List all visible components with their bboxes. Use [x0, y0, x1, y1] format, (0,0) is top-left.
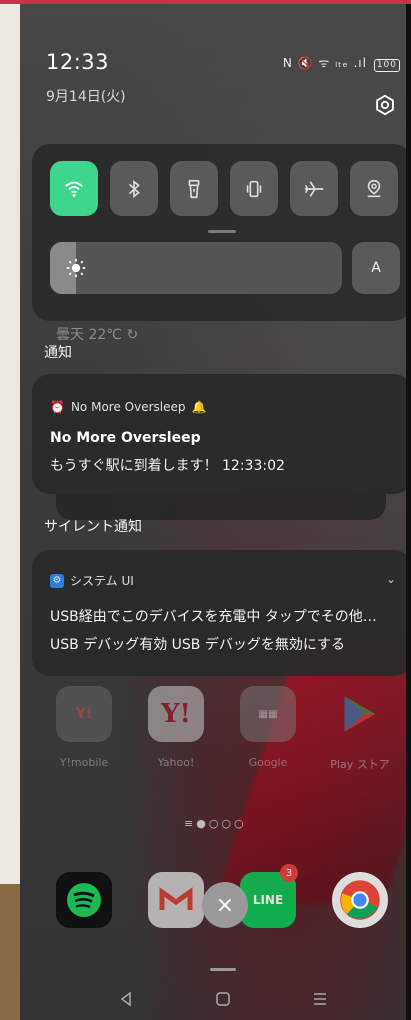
system-ui-notification[interactable]: ⚙ システム UI ⌄ USB経由でこのデバイスを充電中 タップでその他… US…	[32, 550, 406, 676]
battery-icon: 100	[373, 59, 400, 72]
notifications-header: 通知	[44, 345, 72, 361]
app-yahoo[interactable]: Y! Yahoo!	[148, 686, 204, 769]
app-spotify[interactable]	[56, 872, 112, 928]
status-indicator-text: N 🔇 ᯤ ₗₜₑ .ıl	[282, 56, 367, 70]
auto-brightness-button[interactable]: A	[352, 242, 400, 294]
play-store-icon	[332, 686, 388, 742]
page-indicator: ≡●○○○	[184, 817, 247, 830]
home-button[interactable]	[211, 987, 235, 1011]
clock: 12:33	[46, 50, 110, 74]
app-label: Play ストア	[330, 758, 390, 771]
line-badge: 3	[280, 864, 298, 882]
notification-title: No More Oversleep	[50, 430, 201, 446]
spotify-icon	[56, 872, 112, 928]
brightness-slider[interactable]	[50, 242, 342, 294]
back-icon	[120, 991, 131, 1007]
notification-app-name: No More Oversleep	[70, 400, 186, 414]
silent-notifications-header: サイレント通知	[44, 519, 142, 535]
wifi-toggle[interactable]	[50, 161, 98, 216]
airplane-icon	[304, 180, 324, 197]
system-ui-icon: ⚙	[50, 573, 64, 588]
app-label: Yahoo!	[157, 756, 195, 769]
yahoo-icon: Y!	[148, 686, 204, 742]
app-google-folder[interactable]: ▦▦ Google	[240, 686, 296, 769]
app-play-store[interactable]: Play ストア	[330, 686, 390, 771]
location-icon	[367, 179, 381, 197]
app-ymobile[interactable]: Y! Y!mobile	[56, 686, 112, 769]
weather-label: 曇天 22℃	[56, 327, 122, 343]
date: 9月14日(火)	[46, 89, 126, 105]
vibrate-icon	[246, 180, 262, 197]
status-indicators: N 🔇 ᯤ ₗₜₑ .ıl 100	[283, 54, 400, 72]
app-gmail[interactable]	[148, 872, 204, 928]
wallpaper-accent	[213, 644, 406, 904]
right-frame-strip	[406, 4, 411, 1020]
location-toggle[interactable]	[350, 161, 398, 216]
notification-app-row: ⚙ システム UI	[50, 572, 134, 589]
gmail-icon	[148, 872, 204, 928]
notification-line-1: USB経由でこのデバイスを充電中 タップでその他…	[50, 609, 377, 625]
phone-screen: 12:33 9月14日(火) N 🔇 ᯤ ₗₜₑ .ıl 100 A 曇天 22…	[20, 4, 406, 1020]
app-label: Y!mobile	[59, 756, 109, 769]
close-notification-shade-button[interactable]: ×	[202, 882, 248, 928]
home-icon	[216, 992, 230, 1006]
sun-icon	[66, 258, 86, 278]
weather-text: 曇天 22℃ ↻	[56, 324, 138, 344]
left-frame-strip	[0, 4, 20, 1020]
vibrate-toggle[interactable]	[230, 161, 278, 216]
app-label: Google	[248, 756, 288, 769]
app-chrome[interactable]	[332, 872, 388, 928]
alarm-notification[interactable]: ⏰ No More Oversleep 🔔 No More Oversleep …	[32, 374, 406, 494]
notification-line-2: USB デバッグ有効 USB デバッグを無効にする	[50, 637, 345, 653]
panel-expand-handle[interactable]	[208, 230, 236, 233]
menu-icon	[314, 993, 326, 1005]
back-button[interactable]	[114, 987, 138, 1011]
bluetooth-icon	[128, 179, 140, 198]
expand-chevron-icon[interactable]: ⌄	[386, 572, 396, 586]
ymobile-icon: Y!	[56, 686, 112, 742]
app-line[interactable]: LINE 3	[240, 864, 298, 928]
settings-gear-icon[interactable]	[374, 94, 396, 116]
notification-app-name: システム UI	[70, 574, 134, 588]
chrome-icon	[332, 872, 388, 928]
flashlight-icon	[188, 179, 200, 198]
nav-gesture-handle	[210, 968, 236, 971]
quick-settings-panel: A	[32, 144, 406, 321]
notification-app-row: ⏰ No More Oversleep 🔔	[50, 400, 206, 414]
google-folder-icon: ▦▦	[240, 686, 296, 742]
airplane-toggle[interactable]	[290, 161, 338, 216]
alarm-clock-icon: ⏰	[50, 400, 65, 414]
refresh-icon: ↻	[126, 327, 139, 343]
bell-icon: 🔔	[191, 400, 207, 414]
wifi-icon	[65, 181, 83, 197]
notification-body: もうすぐ駅に到着します！ 12:33:02	[50, 458, 285, 474]
flashlight-toggle[interactable]	[170, 161, 218, 216]
recents-button[interactable]	[308, 987, 332, 1011]
bluetooth-toggle[interactable]	[110, 161, 158, 216]
